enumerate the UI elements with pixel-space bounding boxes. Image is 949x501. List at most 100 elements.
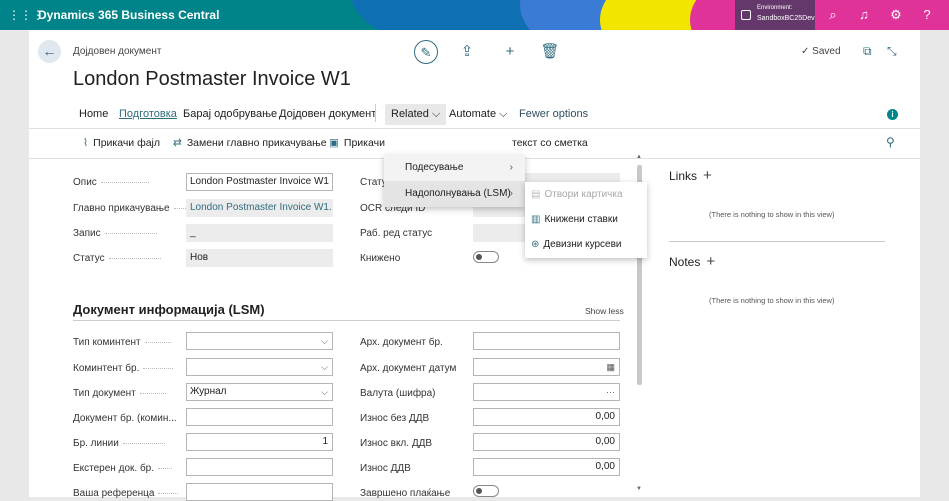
open-card-label: Отвори картичка [544, 189, 623, 200]
main-attachment-link[interactable]: London Postmaster Invoice W1... [186, 199, 333, 217]
show-less-link[interactable]: Show less [585, 306, 624, 316]
bell-icon[interactable]: ♫ [855, 6, 873, 24]
tab-prepare[interactable]: Подготовка [119, 108, 177, 120]
description-field[interactable]: London Postmaster Invoice W1 [186, 173, 333, 191]
collapse-icon[interactable]: ⤡ [887, 44, 897, 59]
chevron-down-icon: ⌵ [321, 362, 328, 372]
amount-incl-vat-label: Износ вкл. ДДВ [360, 438, 433, 449]
replace-main-attachment-button[interactable]: ⇄ Замени главно прикачување [173, 137, 327, 149]
your-reference-field[interactable] [186, 483, 333, 501]
arch-doc-date-field[interactable]: ▦ [473, 358, 620, 376]
section-title: Документ информација (LSM) [73, 302, 265, 317]
menu-item-setup[interactable]: Подесување › [384, 155, 525, 181]
toggle-knob [476, 488, 482, 494]
section-divider [73, 320, 620, 321]
doc-type-select[interactable]: Журнал ⌵ [186, 383, 333, 401]
entity-type-select[interactable]: ⌵ [186, 332, 333, 350]
arch-doc-no-field[interactable] [473, 332, 620, 350]
edit-pencil-icon[interactable]: ✎ [414, 40, 438, 64]
info-icon[interactable]: i [887, 109, 898, 120]
environment-icon [741, 10, 751, 20]
add-link-icon[interactable]: + [703, 167, 712, 184]
delete-icon[interactable]: 🗑 [538, 40, 562, 64]
calendar-icon[interactable]: ▦ [606, 359, 615, 375]
amount-incl-vat-field[interactable]: 0,00 [473, 433, 620, 451]
entity-no-select[interactable]: ⌵ [186, 358, 333, 376]
links-title: Links [669, 169, 698, 183]
doc-no-field[interactable] [186, 408, 333, 426]
chevron-right-icon: › [509, 162, 513, 173]
page-caption: Дојдовен документ [73, 46, 162, 57]
description-label: Опис [73, 177, 149, 188]
menu-item-posted-entries[interactable]: ▥ Книжени ставки [525, 207, 647, 232]
ledger-icon: ▥ [531, 214, 541, 225]
share-icon[interactable]: ⇪ [455, 40, 479, 64]
environment-label: Environment: [757, 5, 793, 11]
line-no-field[interactable]: 1 [186, 433, 333, 451]
tab-home[interactable]: Home [79, 108, 108, 120]
search-icon[interactable]: ⌕ [824, 6, 842, 24]
help-icon[interactable]: ? [918, 6, 936, 24]
tab-related-label: Related [391, 108, 429, 120]
arch-doc-no-label: Арх. документ бр. [360, 337, 443, 348]
fewer-options-button[interactable]: Fewer options [519, 108, 588, 120]
toggle-knob [476, 254, 482, 260]
chevron-down-icon: ⌵ [321, 387, 328, 397]
currency-label: Валута (шифра) [360, 388, 436, 399]
back-button[interactable]: ← [38, 40, 61, 63]
ext-doc-no-label: Екстерен док. бр. [73, 463, 173, 474]
record-field: _ [186, 224, 333, 242]
replace-main-label: Замени главно прикачување [186, 137, 327, 149]
tab-request-approval[interactable]: Барај одобрување [183, 108, 277, 120]
menu-divider [375, 104, 376, 122]
amount-excl-vat-label: Износ без ДДВ [360, 413, 430, 424]
tab-incoming-document[interactable]: Дојдовен документ [279, 108, 376, 120]
add-new-icon[interactable]: + [498, 40, 522, 64]
page-title: London Postmaster Invoice W1 [73, 68, 351, 90]
doc-type-label: Тип документ [73, 388, 166, 399]
tab-automate-label: Automate [449, 108, 497, 120]
tab-related[interactable]: Related ⌵ [385, 104, 447, 125]
ext-doc-no-field[interactable] [186, 458, 333, 476]
banner-decoration [690, 0, 949, 30]
vat-amount-label: Износ ДДВ [360, 463, 411, 474]
vat-amount-field[interactable]: 0,00 [473, 458, 620, 476]
record-label: Запис [73, 228, 157, 239]
attach-image-icon: ▣ [329, 137, 339, 149]
attach-button[interactable]: ▣ Прикачи [329, 137, 385, 149]
menu-item-exchange-rates[interactable]: ⊛ Девизни курсеви [525, 232, 647, 257]
pin-icon[interactable]: ⚲ [886, 135, 895, 149]
attach-label: Прикачи [343, 137, 385, 149]
posted-label: Книжено [360, 253, 401, 264]
notes-title: Notes [669, 255, 701, 269]
amount-excl-vat-field[interactable]: 0,00 [473, 408, 620, 426]
menu-item-extensions-lsm[interactable]: Надополнувања (LSM) › [384, 181, 525, 207]
entity-no-label: Коминтент бр. [73, 363, 174, 374]
chevron-right-icon: › [509, 188, 513, 199]
menu-item-setup-label: Подесување [405, 162, 464, 173]
gear-icon[interactable]: ⚙ [887, 6, 905, 24]
attach-file-button[interactable]: ⌇ Прикачи фајл [83, 137, 160, 149]
scroll-down-icon[interactable]: ▼ [636, 486, 642, 492]
chevron-down-icon: ⌵ [499, 108, 508, 120]
saved-status: ✓ Saved [801, 46, 841, 57]
app-launcher-icon[interactable]: ⋮⋮⋮ [8, 8, 44, 22]
app-title: Dynamics 365 Business Central [38, 8, 220, 22]
doc-no-label: Документ бр. (комин... [73, 413, 177, 424]
open-new-window-icon[interactable]: ⧉ [863, 44, 872, 59]
posted-entries-label: Книжени ставки [544, 214, 618, 225]
scroll-up-icon[interactable]: ▲ [636, 154, 642, 160]
environment-badge[interactable]: Environment: SandboxBC25Dev [735, 0, 815, 30]
card-icon: ▤ [531, 189, 541, 200]
links-empty-text: (There is nothing to show in this view) [709, 210, 835, 219]
posted-toggle[interactable] [473, 251, 499, 263]
currency-field[interactable]: ··· [473, 383, 620, 401]
factbox-divider [669, 241, 885, 242]
add-note-icon[interactable]: + [706, 253, 715, 270]
saved-label: Saved [812, 46, 841, 57]
text-to-account-button[interactable]: текст со сметка [512, 137, 588, 149]
lookup-ellipsis-icon[interactable]: ··· [606, 384, 615, 400]
tab-automate[interactable]: Automate ⌵ [449, 108, 508, 121]
payment-completed-toggle[interactable] [473, 485, 499, 497]
main-attachment-label: Главно прикачување [73, 203, 186, 214]
